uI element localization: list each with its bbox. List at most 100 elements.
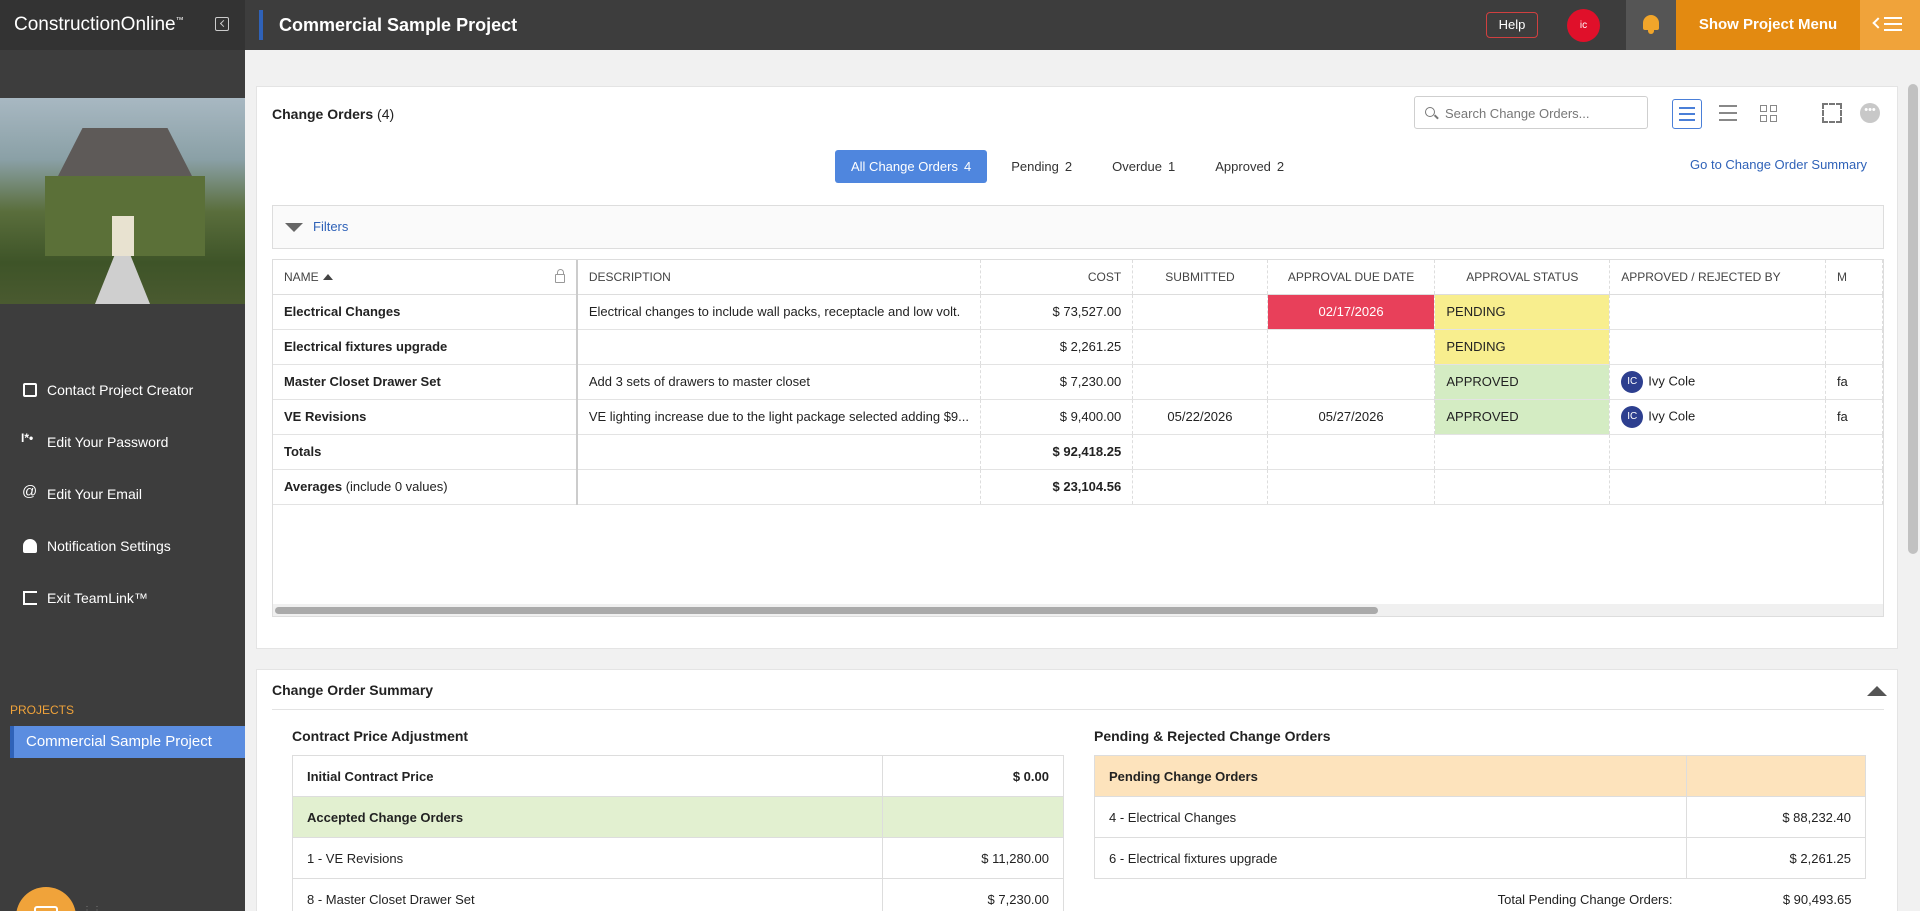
collapse-sidebar-icon[interactable]	[215, 17, 229, 31]
sidebar-link-notification-settings[interactable]: Notification Settings	[23, 536, 171, 556]
pending-table: Pending Change Orders 4 - Electrical Cha…	[1094, 755, 1866, 911]
collapse-caret-icon[interactable]	[1867, 686, 1887, 696]
cell-name[interactable]: Master Closet Drawer Set	[273, 364, 578, 400]
tab-pending[interactable]: Pending 2	[995, 150, 1088, 183]
tab-label: Approved	[1215, 159, 1271, 174]
column-header-approval-status[interactable]: APPROVAL STATUS	[1434, 260, 1611, 295]
horizontal-scrollbar[interactable]	[273, 604, 1883, 616]
sort-ascending-icon	[322, 273, 333, 280]
table-row[interactable]: Master Closet Drawer Set Add 3 sets of d…	[273, 364, 1883, 400]
tab-count: 2	[1064, 159, 1073, 174]
logo-text: ConstructionOnline	[14, 14, 176, 35]
contract-price-table: Initial Contract Price $ 0.00 Accepted C…	[292, 755, 1064, 911]
title-text: Change Orders	[272, 106, 374, 122]
avatar: IC	[1621, 370, 1644, 393]
column-header-submitted[interactable]: SUBMITTED	[1132, 260, 1268, 295]
table-row[interactable]: Electrical Changes Electrical changes to…	[273, 294, 1883, 330]
logo-area: ConstructionOnline™	[0, 0, 245, 50]
pending-item-label: 4 - Electrical Changes	[1094, 796, 1687, 838]
project-photo	[0, 98, 245, 304]
sidebar-link-label: Edit Your Password	[47, 434, 169, 450]
tab-approved[interactable]: Approved 2	[1199, 150, 1300, 183]
app-logo[interactable]: ConstructionOnline™	[14, 14, 184, 36]
totals-label: Totals	[273, 434, 578, 470]
total-pending-label: Total Pending Change Orders:	[1497, 891, 1673, 907]
sidebar-link-edit-password[interactable]: Edit Your Password	[21, 431, 169, 452]
tab-count: 2	[1276, 159, 1285, 174]
column-header-description[interactable]: DESCRIPTION	[576, 260, 981, 295]
pending-label: Pending Change Orders	[1094, 755, 1687, 797]
cell-submitted: 05/22/2026	[1132, 399, 1268, 435]
accepted-item-value: $ 11,280.00	[882, 837, 1064, 879]
fullscreen-icon[interactable]	[1822, 103, 1842, 123]
column-header-cost[interactable]: COST	[980, 260, 1134, 295]
lock-icon[interactable]	[554, 268, 565, 283]
tab-overdue[interactable]: Overdue 1	[1096, 150, 1191, 183]
cell-approved-by	[1609, 294, 1826, 330]
divider	[272, 709, 1884, 710]
help-button[interactable]: Help	[1486, 12, 1538, 38]
averages-note: (include 0 values)	[345, 479, 448, 494]
empty-cell	[1825, 469, 1883, 505]
column-header-approved-by[interactable]: APPROVED / REJECTED BY	[1609, 260, 1826, 295]
user-avatar[interactable]: ic	[1567, 9, 1600, 42]
goto-summary-link[interactable]: Go to Change Order Summary	[1690, 157, 1867, 172]
grid-view-button[interactable]	[1754, 99, 1784, 129]
sidebar-link-exit-teamlink[interactable]: Exit TeamLink™	[23, 588, 148, 608]
empty-cell	[1267, 469, 1436, 505]
approver-name: Ivy Cole	[1648, 407, 1696, 423]
tab-all-change-orders[interactable]: All Change Orders 4	[835, 150, 988, 183]
status-badge: APPROVED	[1434, 364, 1611, 400]
table-row[interactable]: Electrical fixtures upgrade $ 2,261.25 P…	[273, 329, 1883, 365]
table-row: 8 - Master Closet Drawer Set $ 7,230.00	[292, 878, 1064, 911]
notifications-button[interactable]	[1626, 0, 1676, 50]
project-accent-bar	[259, 10, 263, 40]
search-input[interactable]: Search Change Orders...	[1414, 96, 1648, 129]
search-placeholder: Search Change Orders...	[1445, 106, 1590, 121]
show-project-menu-button[interactable]: Show Project Menu	[1676, 0, 1860, 50]
change-orders-panel: Change Orders (4) Search Change Orders..…	[256, 86, 1898, 649]
list-view-button[interactable]	[1672, 99, 1702, 129]
chevron-left-icon	[1872, 17, 1884, 29]
accepted-item-label: 1 - VE Revisions	[292, 837, 883, 879]
filters-bar[interactable]: Filters	[272, 205, 1884, 249]
logo-tm: ™	[175, 15, 184, 25]
empty-cell	[1267, 434, 1436, 470]
empty-cell	[576, 469, 981, 505]
vertical-scrollbar[interactable]	[1908, 84, 1918, 554]
cell-name[interactable]: Electrical fixtures upgrade	[273, 329, 578, 365]
sidebar-project-item[interactable]: Commercial Sample Project	[10, 726, 245, 758]
column-header-more[interactable]: M	[1825, 260, 1883, 295]
contract-price-title: Contract Price Adjustment	[292, 728, 469, 744]
change-order-summary-panel: Change Order Summary Contract Price Adju…	[256, 669, 1898, 911]
cell-approved-by	[1609, 329, 1826, 365]
cell-description: Electrical changes to include wall packs…	[576, 294, 981, 330]
averages-row: Averages (include 0 values) $ 23,104.56	[273, 469, 1883, 505]
table-row: 6 - Electrical fixtures upgrade $ 2,261.…	[1094, 837, 1866, 879]
more-options-icon[interactable]: •••	[1860, 103, 1880, 123]
envelope-icon	[23, 383, 37, 397]
sidebar-link-contact-creator[interactable]: Contact Project Creator	[23, 380, 193, 400]
cell-name[interactable]: Electrical Changes	[273, 294, 578, 330]
projects-section-label: PROJECTS	[10, 703, 75, 717]
empty-cell	[1609, 469, 1826, 505]
change-orders-title: Change Orders (4)	[272, 106, 394, 122]
grid-view-icon	[1760, 105, 1767, 112]
averages-cost: $ 23,104.56	[980, 469, 1134, 505]
sidebar-link-edit-email[interactable]: Edit Your Email	[22, 483, 142, 504]
table-row: Accepted Change Orders	[292, 796, 1064, 838]
chat-button[interactable]	[16, 887, 76, 911]
column-header-name[interactable]: NAME	[273, 260, 578, 295]
accepted-item-label: 8 - Master Closet Drawer Set	[292, 878, 883, 911]
table-row[interactable]: VE Revisions VE lighting increase due to…	[273, 399, 1883, 435]
column-header-approval-due-date[interactable]: APPROVAL DUE DATE	[1267, 260, 1436, 295]
cell-due-date: 05/27/2026	[1267, 399, 1436, 435]
table-row: Initial Contract Price $ 0.00	[292, 755, 1064, 797]
pending-item-value: $ 88,232.40	[1686, 796, 1866, 838]
scrollbar-thumb[interactable]	[275, 607, 1378, 614]
detail-view-button[interactable]	[1713, 99, 1743, 129]
cell-name[interactable]: VE Revisions	[273, 399, 578, 435]
cell-cost: $ 2,261.25	[980, 329, 1134, 365]
menu-toggle-button[interactable]	[1860, 0, 1920, 50]
list-view-icon-line	[1679, 119, 1695, 121]
